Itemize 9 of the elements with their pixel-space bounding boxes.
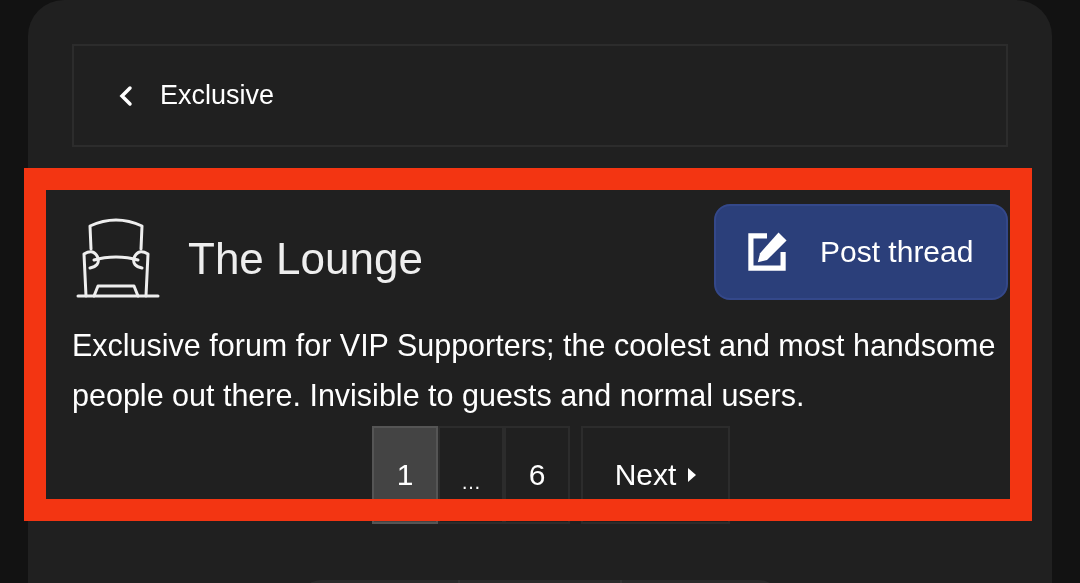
back-chevron-icon [118, 83, 134, 108]
forum-title: The Lounge [188, 234, 424, 284]
forum-description: Exclusive forum for VIP Supporters; the coolest and most handsome people out there. Invisible to guests and normal users. [72, 327, 997, 415]
right-triangle-icon [688, 468, 697, 482]
page-ellipsis: … [438, 426, 504, 524]
post-thread-button[interactable]: Post thread [714, 204, 1008, 300]
next-page-link[interactable]: Next [581, 426, 730, 524]
breadcrumb-link[interactable]: Exclusive [72, 44, 1008, 147]
page-link[interactable]: 6 [504, 426, 570, 524]
